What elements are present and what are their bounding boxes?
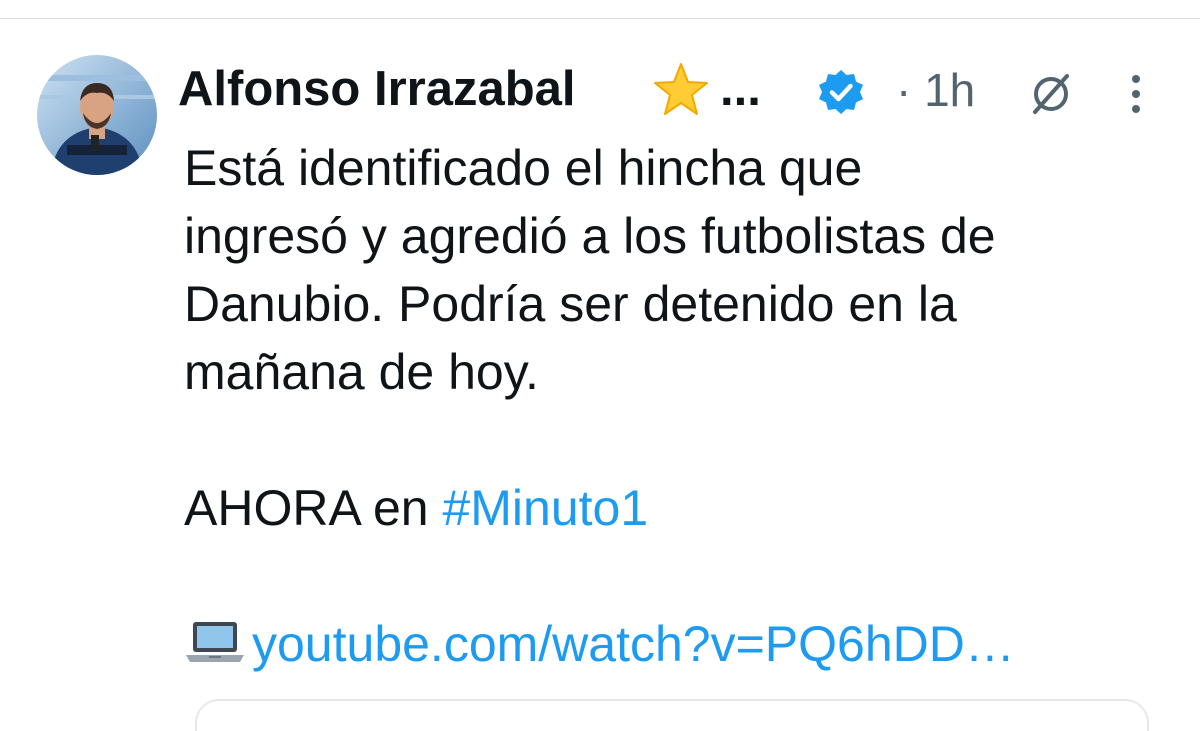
avatar[interactable] <box>37 55 157 175</box>
star-emoji <box>654 63 708 115</box>
tweet[interactable]: Alfonso Irrazabal ... · 1h Está identifi… <box>0 19 1200 731</box>
grok-icon[interactable] <box>1026 69 1076 119</box>
laptop-emoji <box>186 622 244 662</box>
name-truncation: ... <box>720 62 761 116</box>
tweet-text-line: Está identificado el hincha que <box>184 140 863 196</box>
author-name[interactable]: Alfonso Irrazabal <box>178 59 576 119</box>
tweet-header: Alfonso Irrazabal ... · 1h <box>178 59 1158 129</box>
tweet-text-line: ingresó y agredió a los futbolistas de <box>184 208 996 264</box>
tweet-time[interactable]: · 1h <box>896 59 975 121</box>
tweet-text-line: Danubio. Podría ser detenido en la <box>184 276 957 332</box>
now-line: AHORA en #Minuto1 <box>184 474 1174 542</box>
verified-badge-icon <box>819 70 863 114</box>
tweet-text: Está identificado el hincha que ingresó … <box>184 134 1174 678</box>
url-line: youtube.com/watch?v=PQ6hDD… <box>184 610 1174 678</box>
previous-item-divider <box>0 0 1200 19</box>
hashtag-link[interactable]: #Minuto1 <box>442 480 648 536</box>
now-prefix: AHORA en <box>184 480 443 536</box>
more-options-icon[interactable] <box>1124 71 1148 117</box>
tweet-text-line: mañana de hoy. <box>184 344 539 400</box>
link-card-preview[interactable] <box>195 699 1149 731</box>
youtube-link[interactable]: youtube.com/watch?v=PQ6hDD… <box>252 616 1015 672</box>
line-break <box>184 406 1174 474</box>
line-break <box>184 542 1174 610</box>
